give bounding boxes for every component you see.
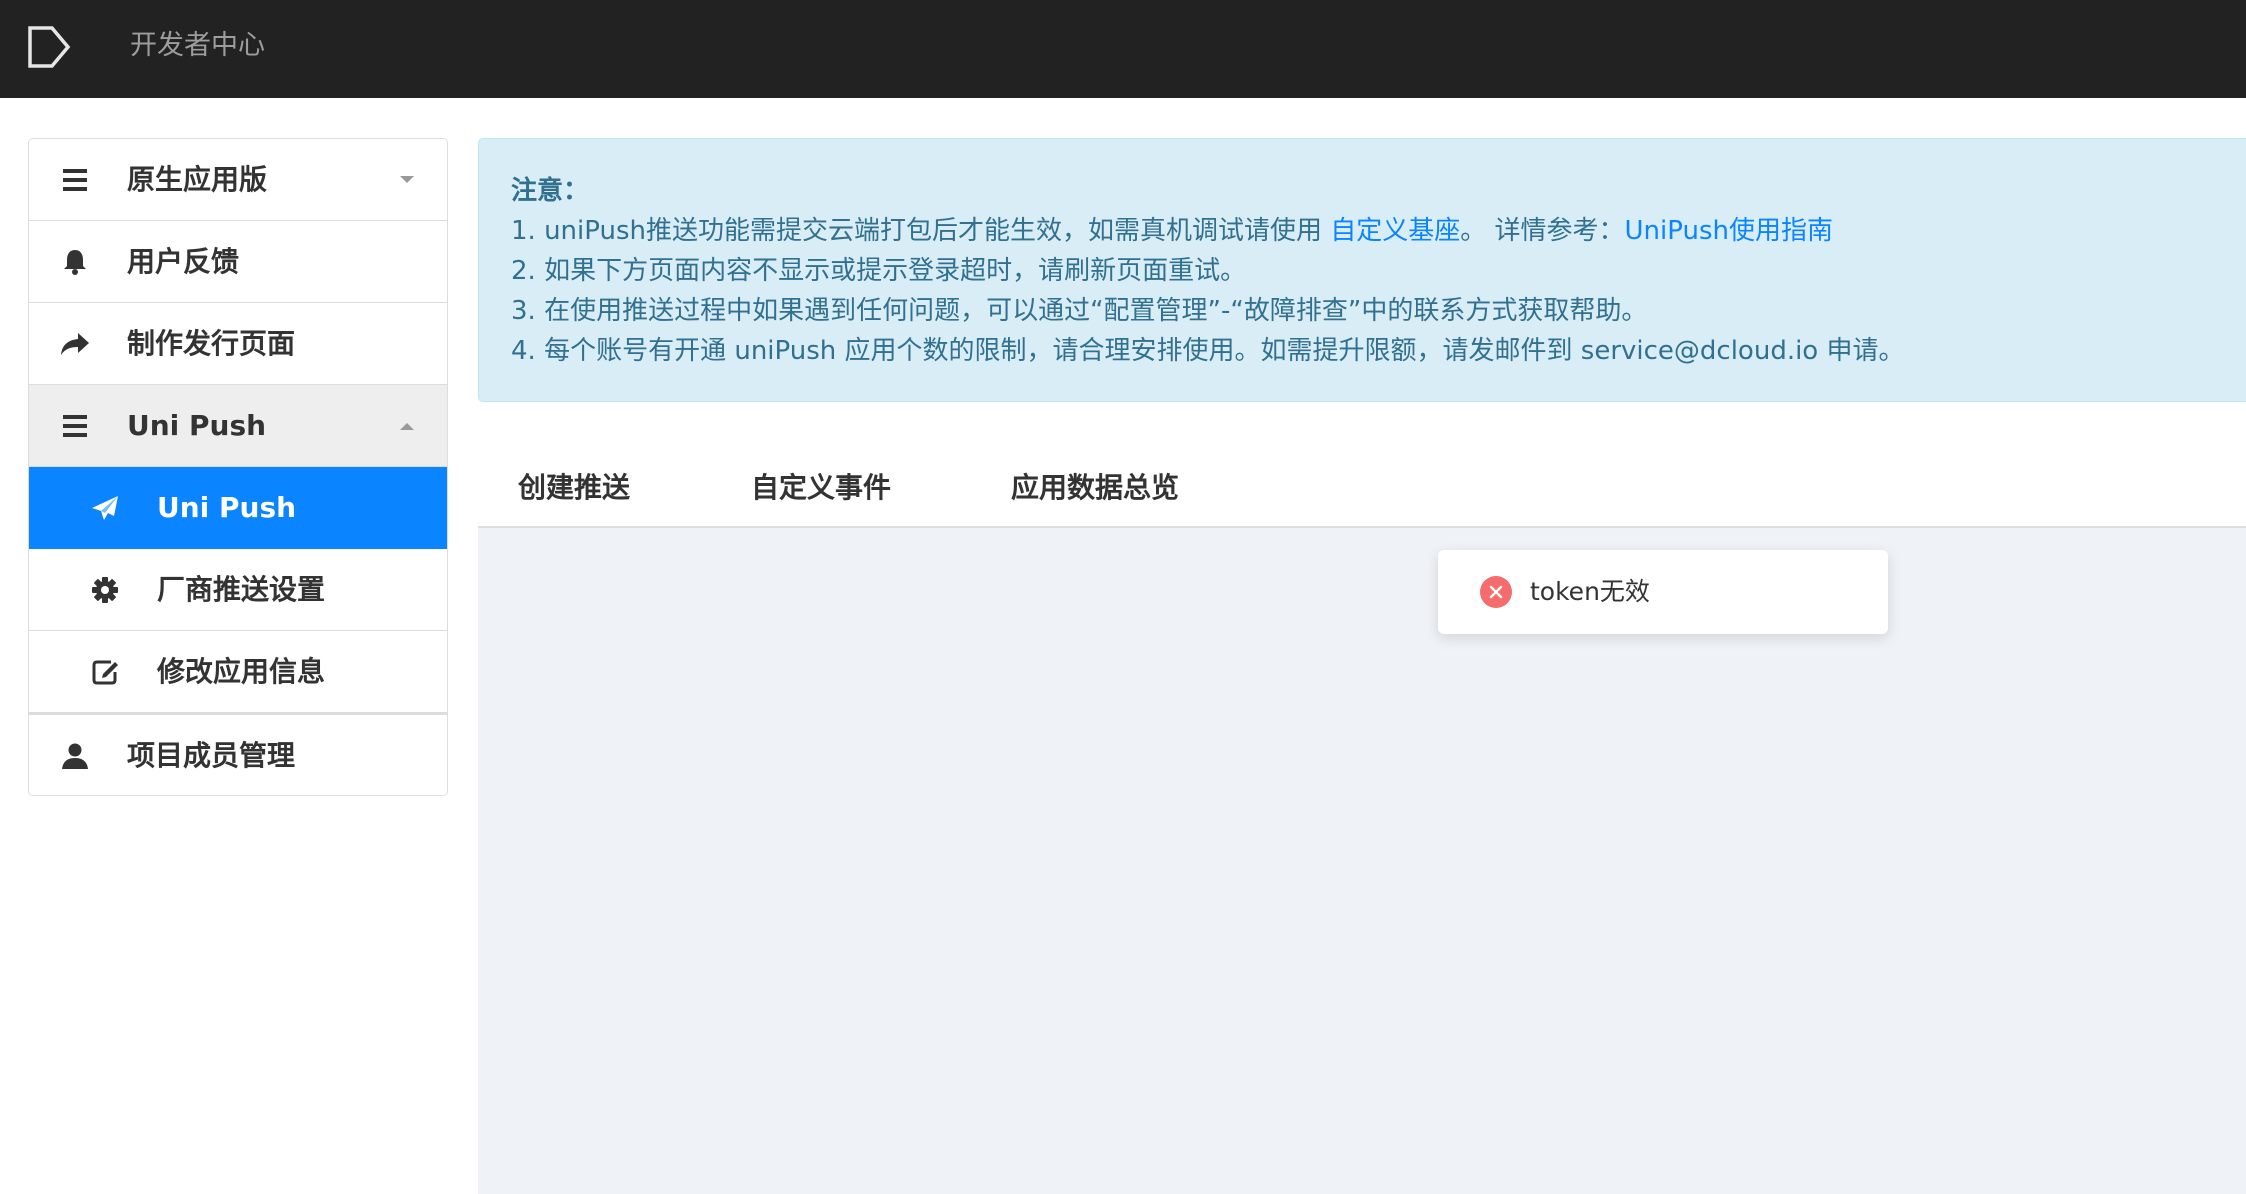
tab-bar: 创建推送 自定义事件 应用数据总览 (478, 448, 2246, 528)
tab-content-panel (478, 528, 2246, 1194)
sidebar-item-label: 原生应用版 (127, 163, 268, 196)
sidebar-item-label: 制作发行页面 (127, 327, 296, 360)
sidebar-item-user-feedback[interactable]: 用户反馈 (29, 221, 447, 303)
error-circle-icon (1480, 576, 1512, 608)
bars-icon (59, 164, 91, 196)
notice-line-1-middle: 。 详情参考： (1460, 216, 1625, 246)
sidebar-item-label: Uni Push (157, 491, 297, 524)
toast-message: token无效 (1530, 577, 1650, 606)
sidebar-item-label: 厂商推送设置 (157, 573, 326, 606)
sidebar-item-vendor-push-settings[interactable]: 厂商推送设置 (29, 549, 447, 631)
sidebar-item-label: 项目成员管理 (127, 739, 296, 772)
paper-plane-icon (89, 492, 121, 524)
share-arrow-icon (59, 328, 91, 360)
main-content: 注意： 1. uniPush推送功能需提交云端打包后才能生效，如需真机调试请使用… (478, 138, 2246, 1194)
sidebar-item-release-page[interactable]: 制作发行页面 (29, 303, 447, 385)
error-toast: token无效 (1438, 550, 1888, 634)
notice-title: 注意： (511, 176, 590, 206)
sidebar-item-label: Uni Push (127, 409, 267, 442)
gear-icon (89, 574, 121, 606)
unipush-guide-link[interactable]: UniPush使用指南 (1625, 216, 1833, 246)
sidebar: 原生应用版 用户反馈 制作发行页面 Uni Push Uni Push 厂商推送… (28, 138, 448, 796)
notice-line-1: 1. uniPush推送功能需提交云端打包后才能生效，如需真机调试请使用 自定义… (511, 211, 1833, 251)
top-navbar: 开发者中心 (0, 0, 2246, 98)
sidebar-item-edit-app-info[interactable]: 修改应用信息 (29, 631, 447, 713)
tab-custom-events[interactable]: 自定义事件 (751, 448, 891, 528)
sidebar-item-uni-push-group[interactable]: Uni Push (29, 385, 447, 467)
sidebar-item-uni-push[interactable]: Uni Push (29, 467, 447, 549)
custom-base-link[interactable]: 自定义基座 (1330, 216, 1460, 246)
caret-up-icon (400, 423, 414, 430)
play-outline-icon[interactable] (26, 24, 72, 70)
notice-line-3: 3. 在使用推送过程中如果遇到任何问题，可以通过“配置管理”-“故障排查”中的联… (511, 296, 1648, 326)
notice-line-1-text: 1. uniPush推送功能需提交云端打包后才能生效，如需真机调试请使用 (511, 216, 1331, 246)
brand-title[interactable]: 开发者中心 (130, 26, 265, 66)
sidebar-item-label: 修改应用信息 (157, 655, 326, 688)
user-icon (59, 740, 91, 772)
bell-icon (59, 246, 91, 278)
sidebar-item-project-members[interactable]: 项目成员管理 (29, 713, 447, 795)
tab-app-data-overview[interactable]: 应用数据总览 (1011, 448, 1179, 528)
notice-alert: 注意： 1. uniPush推送功能需提交云端打包后才能生效，如需真机调试请使用… (478, 138, 2246, 402)
tab-create-push[interactable]: 创建推送 (518, 448, 630, 528)
sidebar-item-label: 用户反馈 (127, 245, 240, 278)
notice-line-4: 4. 每个账号有开通 uniPush 应用个数的限制，请合理安排使用。如需提升限… (511, 336, 1905, 366)
bars-icon (59, 410, 91, 442)
edit-icon (89, 656, 121, 688)
caret-down-icon (400, 176, 414, 183)
notice-line-2: 2. 如果下方页面内容不显示或提示登录超时，请刷新页面重试。 (511, 256, 1247, 286)
sidebar-item-native-app[interactable]: 原生应用版 (29, 139, 447, 221)
